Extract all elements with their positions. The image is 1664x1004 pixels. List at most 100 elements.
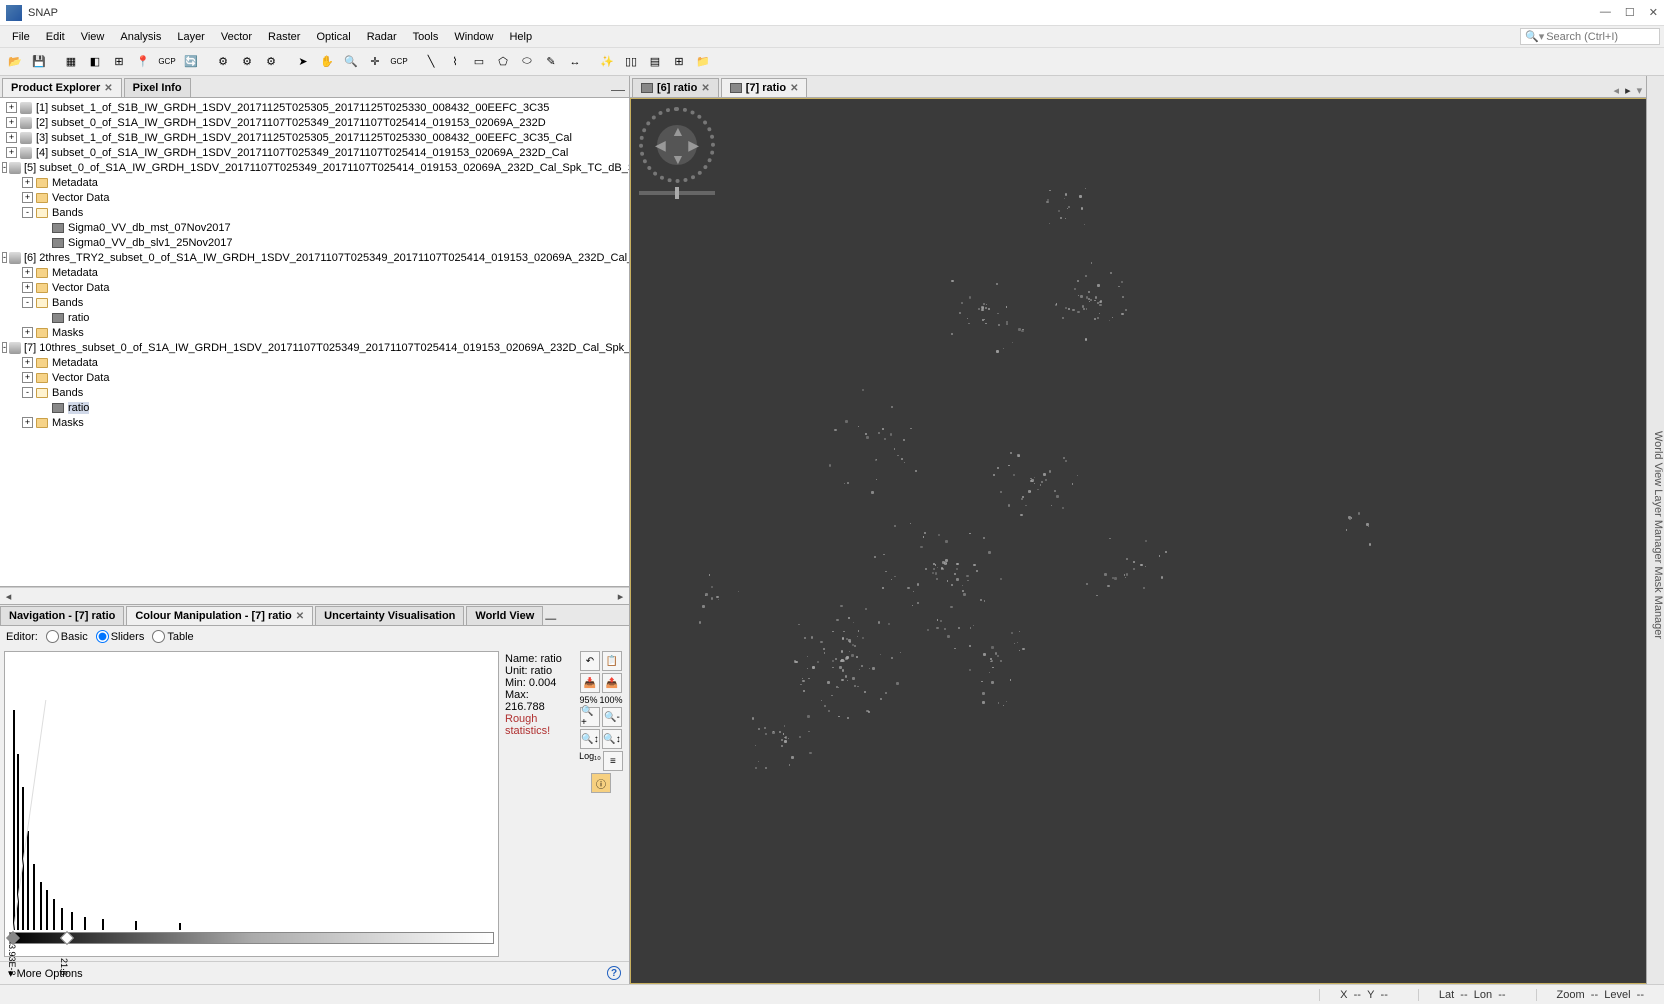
close-icon[interactable]: ✕ <box>104 83 112 94</box>
nav-prev-icon[interactable]: ◂ <box>1614 84 1620 97</box>
tree-row[interactable]: -[5] subset_0_of_S1A_IW_GRDH_1SDV_201711… <box>2 160 627 175</box>
tree-label[interactable]: [6] 2thres_TRY2_subset_0_of_S1A_IW_GRDH_… <box>24 252 629 264</box>
tree-row[interactable]: Sigma0_VV_db_mst_07Nov2017 <box>2 220 627 235</box>
zoom-in-v-icon[interactable]: 🔍↕ <box>580 729 600 749</box>
save-icon[interactable]: 💾 <box>28 51 50 73</box>
tree-label[interactable]: [5] subset_0_of_S1A_IW_GRDH_1SDV_2017110… <box>24 162 629 174</box>
tree-label[interactable]: Metadata <box>52 357 98 369</box>
minimize-panel-icon[interactable]: — <box>611 81 625 97</box>
tree-label[interactable]: [2] subset_0_of_S1A_IW_GRDH_1SDV_2017110… <box>36 117 546 129</box>
tree-label[interactable]: Bands <box>52 387 83 399</box>
undo-icon[interactable]: ↶ <box>580 651 600 671</box>
export-icon[interactable]: 📤 <box>602 673 622 693</box>
minimize-window-icon[interactable]: — <box>1600 6 1611 19</box>
right-sidebar-tabs[interactable]: World View Layer Manager Mask Manager <box>1646 76 1664 984</box>
tree-label[interactable]: Vector Data <box>52 282 109 294</box>
tree-row[interactable]: +[1] subset_1_of_S1B_IW_GRDH_1SDV_201711… <box>2 100 627 115</box>
zoom-in-h-icon[interactable]: 🔍+ <box>580 707 600 727</box>
menu-edit[interactable]: Edit <box>38 29 73 45</box>
tree-label[interactable]: Metadata <box>52 267 98 279</box>
crosshair-icon[interactable]: ✛ <box>364 51 386 73</box>
viewer-tab-6[interactable]: [6] ratio ✕ <box>632 78 719 97</box>
nav-next-icon[interactable]: ▸ <box>1625 84 1631 97</box>
viewer-tab-7[interactable]: [7] ratio ✕ <box>721 78 808 97</box>
tree-label[interactable]: Bands <box>52 207 83 219</box>
radio-table[interactable]: Table <box>152 630 193 643</box>
collapse-icon[interactable]: - <box>22 297 33 308</box>
open-icon[interactable]: 📂 <box>4 51 26 73</box>
collapse-icon[interactable]: - <box>22 387 33 398</box>
tree-row[interactable]: +Metadata <box>2 175 627 190</box>
expand-icon[interactable]: + <box>6 117 17 128</box>
info-icon[interactable]: ⓘ <box>591 773 611 793</box>
view1-icon[interactable]: ▯▯ <box>620 51 642 73</box>
tree-row[interactable]: ratio <box>2 310 627 325</box>
collapse-icon[interactable]: - <box>2 252 7 263</box>
search-input[interactable] <box>1546 31 1646 43</box>
zoom-slider[interactable] <box>639 191 715 195</box>
scroll-right-icon[interactable]: ▸ <box>612 590 629 603</box>
collapse-icon[interactable]: - <box>2 342 7 353</box>
view2-icon[interactable]: ▤ <box>644 51 666 73</box>
expand-icon[interactable]: + <box>6 132 17 143</box>
pointer-icon[interactable]: ➤ <box>292 51 314 73</box>
tree-label[interactable]: [4] subset_0_of_S1A_IW_GRDH_1SDV_2017110… <box>36 147 568 159</box>
tile-icon[interactable]: ▦ <box>60 51 82 73</box>
tree-label[interactable]: ratio <box>68 312 89 324</box>
tab-pixel-info[interactable]: Pixel Info <box>124 78 191 97</box>
expand-icon[interactable]: + <box>6 147 17 158</box>
tree-label[interactable]: Bands <box>52 297 83 309</box>
grid-icon[interactable]: ⊞ <box>108 51 130 73</box>
graph1-icon[interactable]: ⚙ <box>212 51 234 73</box>
zoom-out-h-icon[interactable]: 🔍- <box>602 707 622 727</box>
reload-icon[interactable]: 🔄 <box>180 51 202 73</box>
expand-icon[interactable]: + <box>6 102 17 113</box>
tree-label[interactable]: Sigma0_VV_db_mst_07Nov2017 <box>68 222 231 234</box>
tree-label[interactable]: ratio <box>68 402 89 414</box>
tree-row[interactable]: + [4] subset_0_of_S1A_IW_GRDH_1SDV_201711… <box>2 145 627 160</box>
tree-row[interactable]: - Bands <box>2 385 627 400</box>
pin-icon[interactable]: 📍 <box>132 51 154 73</box>
close-icon[interactable]: ✕ <box>790 83 798 94</box>
menu-raster[interactable]: Raster <box>260 29 308 45</box>
zoom-out-v-icon[interactable]: 🔍↕ <box>602 729 622 749</box>
expand-icon[interactable]: + <box>22 357 33 368</box>
tab-uncertainty[interactable]: Uncertainty Visualisation <box>315 606 464 625</box>
tree-label[interactable]: [7] 10thres_subset_0_of_S1A_IW_GRDH_1SDV… <box>24 342 629 354</box>
tree-row[interactable]: Sigma0_VV_db_slv1_25Nov2017 <box>2 235 627 250</box>
menu-vector[interactable]: Vector <box>213 29 260 45</box>
menu-window[interactable]: Window <box>446 29 501 45</box>
range-icon[interactable]: ↔ <box>564 51 586 73</box>
menu-radar[interactable]: Radar <box>359 29 405 45</box>
polyline-icon[interactable]: ⌇ <box>444 51 466 73</box>
tree-row[interactable]: +Vector Data <box>2 370 627 385</box>
tree-row[interactable]: - Bands <box>2 295 627 310</box>
rect-icon[interactable]: ▭ <box>468 51 490 73</box>
slider-handle-high[interactable] <box>60 931 74 945</box>
pan-icon[interactable]: ✋ <box>316 51 338 73</box>
expand-icon[interactable]: + <box>22 282 33 293</box>
log-toggle-icon[interactable]: ≡ <box>603 751 623 771</box>
expand-icon[interactable]: + <box>22 327 33 338</box>
scroll-left-icon[interactable]: ◂ <box>0 590 17 603</box>
slider-handle-low[interactable] <box>6 931 20 945</box>
tree-label[interactable]: Metadata <box>52 177 98 189</box>
expand-icon[interactable]: + <box>22 192 33 203</box>
tab-world-view[interactable]: World View <box>466 606 543 625</box>
nav-compass-icon[interactable]: ▲ ▼ ◀ ▶ <box>639 107 715 183</box>
menu-view[interactable]: View <box>73 29 113 45</box>
close-icon[interactable]: ✕ <box>296 611 304 622</box>
freehand-icon[interactable]: ✎ <box>540 51 562 73</box>
tree-label[interactable]: Masks <box>52 417 84 429</box>
graph2-icon[interactable]: ⚙ <box>236 51 258 73</box>
maximize-window-icon[interactable]: ☐ <box>1625 6 1635 19</box>
tree-label[interactable]: [3] subset_1_of_S1B_IW_GRDH_1SDV_2017112… <box>36 132 572 144</box>
menu-help[interactable]: Help <box>501 29 540 45</box>
zoom-icon[interactable]: 🔍 <box>340 51 362 73</box>
ellipse-icon[interactable]: ⬭ <box>516 51 538 73</box>
clipboard-icon[interactable]: 📋 <box>602 651 622 671</box>
close-icon[interactable]: ✕ <box>701 83 709 94</box>
collapse-icon[interactable]: - <box>22 207 33 218</box>
import-icon[interactable]: 📥 <box>580 673 600 693</box>
poly-icon[interactable]: ⬠ <box>492 51 514 73</box>
